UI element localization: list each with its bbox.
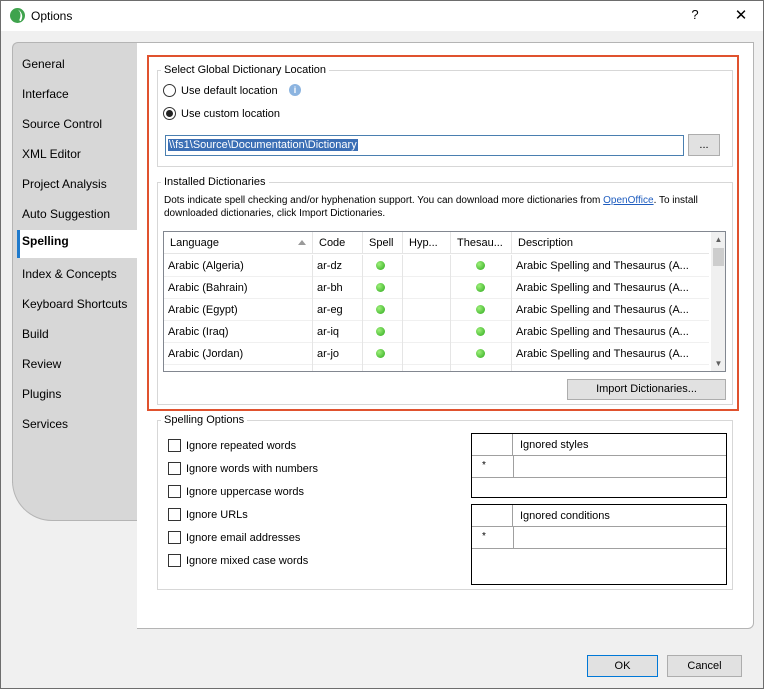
- nav-item-auto-suggestion[interactable]: Auto Suggestion: [22, 204, 110, 224]
- new-row-marker: *: [482, 460, 486, 471]
- ignored-styles-new-row[interactable]: *: [472, 456, 726, 478]
- row-cell-divider: [513, 527, 514, 549]
- window-title: Options: [31, 9, 73, 23]
- ignored-conditions-header: Ignored conditions: [472, 505, 726, 527]
- nav-item-xml-editor[interactable]: XML Editor: [22, 144, 81, 164]
- nav-item-build[interactable]: Build: [22, 324, 49, 344]
- app-logo-icon: [10, 8, 25, 23]
- ignore-email-addresses-checkbox[interactable]: [168, 531, 181, 544]
- ignore-email-addresses-label: Ignore email addresses: [186, 532, 301, 544]
- spelling-options-label: Spelling Options: [161, 414, 248, 426]
- table-corner: [472, 434, 513, 456]
- ignore-words-with-numbers-label: Ignore words with numbers: [186, 463, 319, 475]
- ignored-conditions-table[interactable]: Ignored conditions *: [471, 504, 727, 585]
- nav-item-review[interactable]: Review: [22, 354, 61, 374]
- ignored-styles-header: Ignored styles: [472, 434, 726, 456]
- nav-item-keyboard-shortcuts[interactable]: Keyboard Shortcuts: [22, 294, 127, 314]
- nav-item-project-analysis[interactable]: Project Analysis: [22, 174, 107, 194]
- options-dialog: Options ? ✕ General Interface Source Con…: [0, 0, 764, 689]
- ignored-conditions-title: Ignored conditions: [520, 510, 610, 522]
- ignore-repeated-words-checkbox[interactable]: [168, 439, 181, 452]
- ignored-styles-table[interactable]: Ignored styles *: [471, 433, 727, 498]
- nav-item-services[interactable]: Services: [22, 414, 68, 434]
- row-cell-divider: [513, 456, 514, 478]
- ignore-mixed-case-words-checkbox[interactable]: [168, 554, 181, 567]
- new-row-marker: *: [482, 531, 486, 542]
- highlight-frame: [147, 55, 739, 411]
- ignored-conditions-new-row[interactable]: *: [472, 527, 726, 549]
- table-corner: [472, 505, 513, 527]
- nav-item-source-control[interactable]: Source Control: [22, 114, 102, 134]
- nav-item-index-concepts[interactable]: Index & Concepts: [22, 264, 117, 284]
- ignore-mixed-case-words-label: Ignore mixed case words: [186, 555, 309, 567]
- nav-item-interface[interactable]: Interface: [22, 84, 69, 104]
- ignore-words-with-numbers-checkbox[interactable]: [168, 462, 181, 475]
- ignore-repeated-words-label: Ignore repeated words: [186, 440, 297, 452]
- help-button[interactable]: ?: [687, 7, 703, 22]
- ignore-uppercase-words-label: Ignore uppercase words: [186, 486, 305, 498]
- close-button[interactable]: ✕: [731, 6, 751, 24]
- ignore-uppercase-words-checkbox[interactable]: [168, 485, 181, 498]
- cancel-button[interactable]: Cancel: [667, 655, 742, 677]
- ok-button[interactable]: OK: [587, 655, 658, 677]
- options-nav-tail: [12, 451, 138, 521]
- title-bar: Options ? ✕: [1, 1, 763, 31]
- nav-item-spelling[interactable]: Spelling: [22, 234, 69, 248]
- nav-item-plugins[interactable]: Plugins: [22, 384, 61, 404]
- ignore-urls-checkbox[interactable]: [168, 508, 181, 521]
- ignored-styles-title: Ignored styles: [520, 439, 589, 451]
- ignore-urls-label: Ignore URLs: [186, 509, 248, 521]
- nav-item-general[interactable]: General: [22, 54, 65, 74]
